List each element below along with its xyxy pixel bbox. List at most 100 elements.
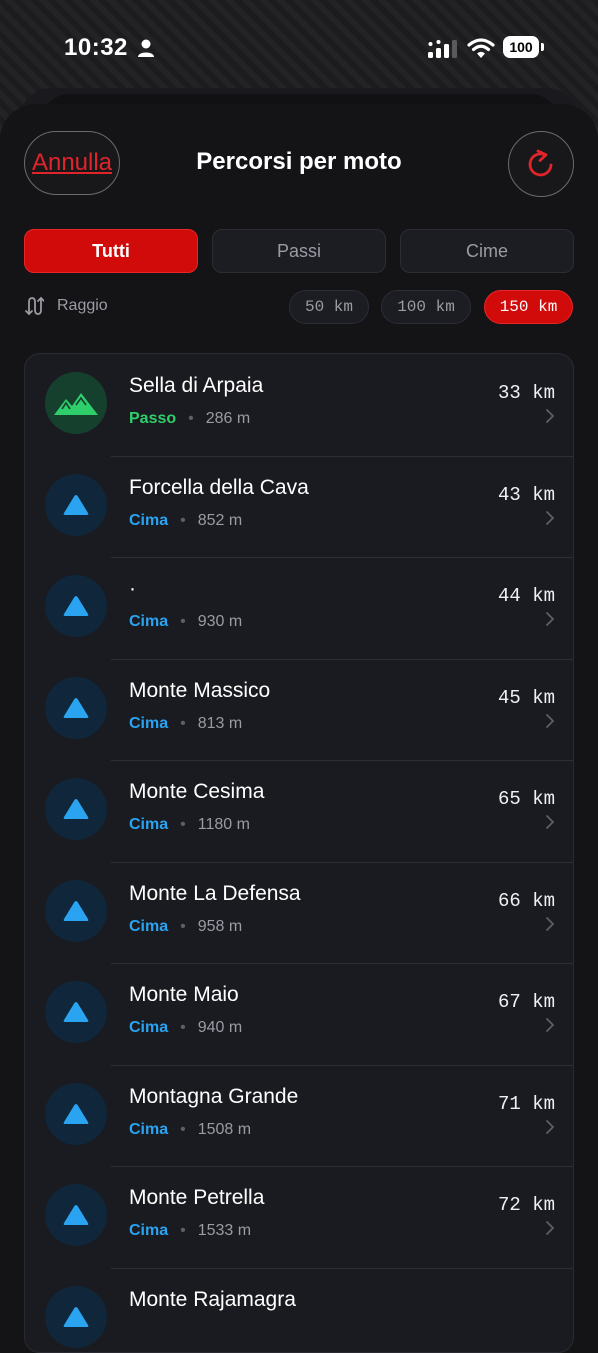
triangle-icon [62, 1203, 90, 1227]
row-divider [111, 659, 574, 660]
route-type: Cima [129, 512, 168, 529]
route-meta: Cima • 813 m [129, 715, 242, 733]
radius-label: Raggio [57, 297, 108, 315]
route-avatar [45, 474, 107, 536]
chevron-right-icon [545, 814, 555, 830]
triangle-icon [62, 1000, 90, 1024]
row-divider [111, 963, 574, 964]
route-name: Montagna Grande [129, 1085, 298, 1109]
list-item[interactable]: Monte Cesima Cima • 1180 m 65 km [25, 760, 574, 862]
route-type: Cima [129, 918, 168, 935]
row-divider [111, 1065, 574, 1066]
route-meta: Cima • 958 m [129, 918, 242, 936]
route-elevation: 958 m [198, 918, 242, 935]
chevron-right-icon [545, 1017, 555, 1033]
route-list: Sella di Arpaia Passo•286 m 33 km Forcel… [24, 353, 574, 1353]
filter-tabs: Tutti Passi Cime [24, 229, 574, 273]
route-name: Monte Cesima [129, 780, 264, 804]
battery-tip [541, 43, 544, 51]
list-item[interactable]: Montagna Grande Cima • 1508 m 71 km [25, 1065, 574, 1167]
battery-indicator: 100 [503, 36, 539, 58]
route-type: Passo [129, 410, 176, 427]
route-type: Cima [129, 816, 168, 833]
signal-icon [427, 38, 459, 60]
route-distance: 66 km [498, 890, 555, 912]
route-name: Forcella della Cava [129, 476, 309, 500]
tab-cime[interactable]: Cime [400, 229, 574, 273]
list-item[interactable]: Monte La Defensa Cima • 958 m 66 km [25, 862, 574, 964]
route-type: Cima [129, 1222, 168, 1239]
separator-dot: • [180, 1222, 186, 1239]
triangle-icon [62, 797, 90, 821]
route-elevation: 940 m [198, 1019, 242, 1036]
route-elevation: 286 m [206, 410, 250, 427]
radius-chip-100[interactable]: 100 km [381, 290, 471, 324]
route-elevation: 813 m [198, 715, 242, 732]
route-type: Cima [129, 715, 168, 732]
refresh-button[interactable] [508, 131, 574, 197]
list-item[interactable]: Monte Maio Cima•940 m 67 km [25, 963, 574, 1065]
list-item[interactable]: Sella di Arpaia Passo•286 m 33 km [25, 354, 574, 456]
route-avatar [45, 981, 107, 1043]
list-item[interactable]: Monte Rajamagra [25, 1268, 574, 1353]
separator-dot: • [180, 715, 186, 732]
row-divider [111, 1268, 574, 1269]
tab-passi[interactable]: Passi [212, 229, 386, 273]
status-bar: 10:32 100 [0, 0, 598, 96]
radius-chip-50[interactable]: 50 km [289, 290, 369, 324]
chevron-right-icon [545, 1220, 555, 1236]
separator-dot: • [180, 1019, 186, 1036]
route-name: Monte La Defensa [129, 882, 301, 906]
person-icon [136, 38, 156, 58]
route-distance: 67 km [498, 991, 555, 1013]
route-meta: Cima•930 m [129, 613, 242, 631]
route-name: · [129, 577, 136, 601]
list-item[interactable]: Monte Petrella Cima • 1533 m 72 km [25, 1166, 574, 1268]
wifi-icon [467, 36, 495, 60]
status-time: 10:32 [64, 34, 128, 62]
route-avatar [45, 372, 107, 434]
tab-tutti[interactable]: Tutti [24, 229, 198, 273]
route-avatar [45, 1083, 107, 1145]
route-elevation: 1533 m [198, 1222, 251, 1239]
route-distance: 45 km [498, 687, 555, 709]
separator-dot: • [188, 410, 194, 427]
row-divider [111, 1166, 574, 1167]
row-divider [111, 456, 574, 457]
row-divider [111, 557, 574, 558]
route-type: Cima [129, 1121, 168, 1138]
chevron-right-icon [545, 713, 555, 729]
triangle-icon [62, 594, 90, 618]
route-meta: Cima • 1508 m [129, 1121, 251, 1139]
chevron-right-icon [545, 408, 555, 424]
route-distance: 72 km [498, 1194, 555, 1216]
radius-chip-150[interactable]: 150 km [484, 290, 573, 324]
route-distance: 71 km [498, 1093, 555, 1115]
route-distance: 65 km [498, 788, 555, 810]
list-item[interactable]: Monte Massico Cima • 813 m 45 km [25, 659, 574, 761]
route-meta: Passo • 286 m [129, 410, 250, 428]
route-distance: 43 km [498, 484, 555, 506]
route-meta: Cima • 940 m [129, 1019, 242, 1037]
route-type: Cima [129, 1019, 168, 1036]
route-meta: Cima • 1533 m [129, 1222, 251, 1240]
route-meta: Cima • 1180 m [129, 816, 250, 834]
list-item[interactable]: · Cima•930 m 44 km [25, 557, 574, 659]
route-name: Monte Petrella [129, 1186, 264, 1210]
route-avatar [45, 1184, 107, 1246]
list-item[interactable]: Forcella della Cava Cima•852 m 43 km [25, 456, 574, 558]
route-avatar [45, 1286, 107, 1348]
route-elevation: 1180 m [198, 816, 250, 833]
separator-dot: • [180, 918, 186, 935]
route-distance: 33 km [498, 382, 555, 404]
triangle-icon [62, 493, 90, 517]
route-meta: Cima•852 m [129, 512, 242, 530]
refresh-icon [524, 147, 558, 181]
route-type: Cima [129, 613, 168, 630]
route-elevation: 1508 m [198, 1121, 251, 1138]
separator-dot: • [180, 1121, 186, 1138]
route-name: Monte Massico [129, 679, 270, 703]
separator-dot: • [180, 816, 186, 833]
radius-selector: Raggio 50 km 100 km 150 km [24, 290, 574, 324]
triangle-icon [62, 1305, 90, 1329]
